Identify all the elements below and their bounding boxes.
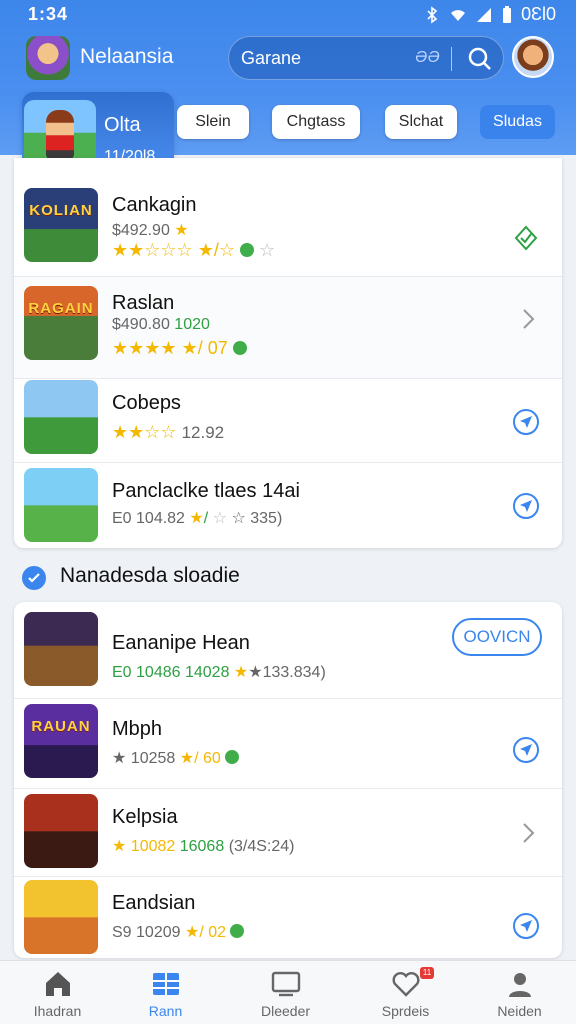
notification-badge: 11 (420, 967, 434, 979)
action-button[interactable]: OOVICN (452, 618, 542, 656)
navigate-icon[interactable] (512, 912, 540, 940)
game-thumbnail: RAUAN (24, 704, 98, 778)
game-title: Kelpsia (112, 806, 178, 828)
list-item[interactable]: RAUAN Mbph ★ 10258 ★/ 60 (14, 698, 562, 788)
nav-item-favorites[interactable]: 11 Sprdeis (348, 961, 463, 1024)
bottom-nav: Ihadran Rann Dleeder 11 Sprdeis Neiden (0, 960, 576, 1024)
search-tag: ƏƏ (415, 49, 440, 66)
game-meta: ★ 10258 ★/ 60 (112, 748, 240, 768)
home-icon (46, 972, 70, 996)
game-meta: E0 10486 14028 ★★133.834) (112, 664, 326, 681)
battery-icon (503, 5, 512, 23)
list-item[interactable]: Eananipe Hean E0 10486 14028 ★★133.834) … (14, 610, 562, 698)
game-title: Mbph (112, 718, 163, 740)
nav-item-monitor[interactable]: Dleeder (228, 961, 343, 1024)
game-thumbnail: KOLIAN (24, 188, 98, 262)
game-list-card: KOLIAN Cankagin $492.90 ★ ★★☆☆☆ ★/☆ ☆ RA… (14, 158, 562, 548)
bluetooth-icon (427, 5, 438, 24)
search-input[interactable] (241, 37, 411, 79)
nav-item-profile[interactable]: Neiden (462, 961, 576, 1024)
battery-text: 0ƐƖ0 (521, 4, 556, 24)
game-price: $490.80 1020 (112, 316, 210, 333)
grid-icon (153, 973, 179, 995)
game-title: Raslan (112, 292, 175, 314)
nav-item-home[interactable]: Ihadran (0, 961, 115, 1024)
game-title: Cankagin (112, 194, 197, 216)
game-title: Eananipe Hean (112, 632, 250, 654)
status-time: 1:34 (28, 4, 69, 24)
nav-item-grid[interactable]: Rann (108, 961, 223, 1024)
list-item[interactable]: Eandsian S9 10209 ★/ 02 (14, 876, 562, 958)
search-divider (451, 47, 452, 71)
game-list-card: Eananipe Hean E0 10486 14028 ★★133.834) … (14, 602, 562, 958)
list-item[interactable]: Kelpsia ★ 10082 16068 (3/4S:24) (14, 788, 562, 876)
game-thumbnail (24, 794, 98, 868)
navigate-icon[interactable] (512, 408, 540, 436)
game-thumbnail (24, 380, 98, 454)
filter-chip-slchat[interactable]: Slchat (385, 105, 457, 139)
heart-icon (392, 972, 420, 997)
search-bar[interactable]: ƏƏ (228, 36, 504, 80)
header: 1:34 0ƐƖ0 Nelaansia ƏƏ Olta 11/20l8 Slei… (0, 0, 576, 176)
game-price: $492.90 ★ (112, 222, 189, 239)
game-rating: ★★☆☆ 12.92 (112, 422, 225, 442)
game-meta: ★ 10082 16068 (3/4S:24) (112, 838, 295, 855)
game-meta: E0 104.82 ★/ ☆ ☆ 335) (112, 510, 283, 527)
list-item[interactable]: Cobeps ★★☆☆ 12.92 (14, 378, 562, 462)
search-icon[interactable] (465, 44, 495, 74)
game-title: Cobeps (112, 392, 181, 414)
check-icon[interactable] (512, 224, 540, 252)
list-item[interactable]: RAGAIN Raslan $490.80 1020 ★★★★ ★/ 07 (14, 276, 562, 378)
list-item[interactable]: Panclaclke tlaes 14ai E0 104.82 ★/ ☆ ☆ 3… (14, 462, 562, 548)
signal-icon (477, 7, 492, 22)
game-meta: S9 10209 ★/ 02 (112, 922, 245, 942)
game-thumbnail (24, 612, 98, 686)
filter-chip-sludas[interactable]: Sludas (480, 105, 555, 139)
game-thumbnail: RAGAIN (24, 286, 98, 360)
list-item[interactable]: KOLIAN Cankagin $492.90 ★ ★★☆☆☆ ★/☆ ☆ (14, 176, 562, 276)
person-icon (509, 973, 531, 997)
filter-chip-slein[interactable]: Slein (177, 105, 249, 139)
monitor-icon (271, 971, 301, 997)
app-bar: Nelaansia ƏƏ (0, 32, 576, 84)
wifi-icon (451, 9, 466, 21)
status-bar: 1:34 0ƐƖ0 (0, 0, 576, 30)
app-title: Nelaansia (80, 45, 174, 68)
game-thumbnail (24, 468, 98, 542)
game-title: Panclaclke tlaes 14ai (112, 480, 300, 502)
section-title: Nanadesda sloadie (60, 564, 240, 587)
featured-label: Olta (104, 114, 141, 136)
navigate-icon[interactable] (512, 492, 540, 520)
game-thumbnail (24, 880, 98, 954)
profile-avatar[interactable] (512, 36, 554, 78)
game-rating: ★★☆☆☆ ★/☆ ☆ (112, 240, 276, 260)
app-logo (26, 36, 70, 80)
chevron-right-icon[interactable] (522, 308, 536, 330)
chevron-right-icon[interactable] (522, 822, 536, 844)
game-title: Eandsian (112, 892, 196, 914)
game-rating: ★★★★ ★/ 07 (112, 338, 247, 359)
navigate-icon[interactable] (512, 736, 540, 764)
filter-chip-chgtass[interactable]: Chgtass (272, 105, 360, 139)
